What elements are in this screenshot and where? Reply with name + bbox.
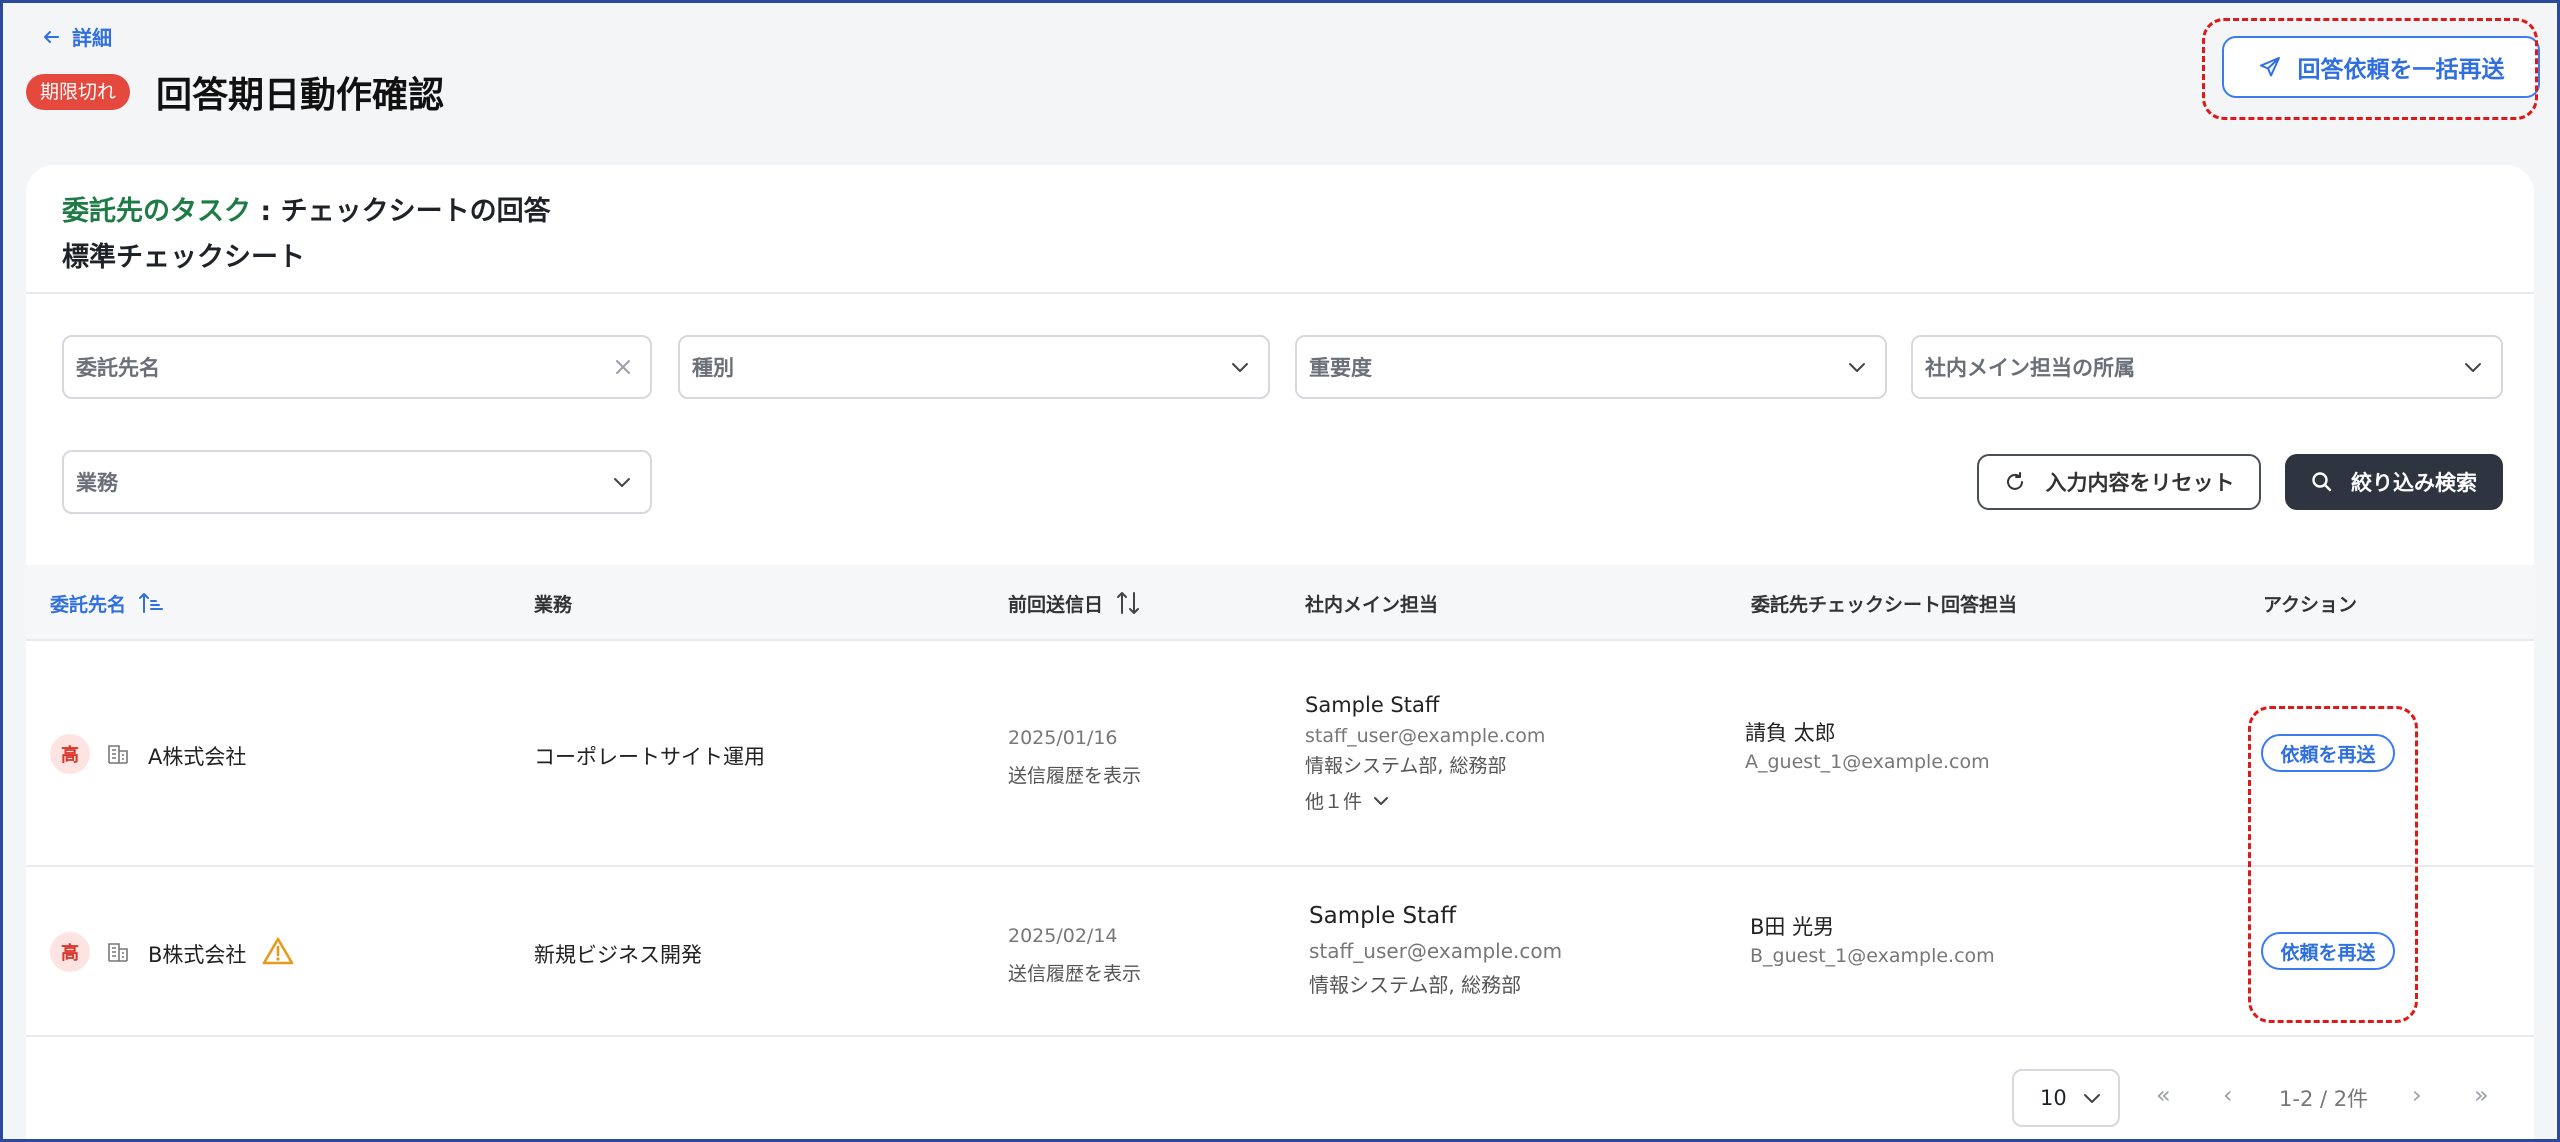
page-title: 回答期日動作確認: [156, 75, 445, 116]
priority-badge: 高: [50, 734, 90, 774]
more-staff-label: 他１件: [1305, 791, 1363, 813]
bulk-resend-label: 回答依頼を一括再送: [2297, 57, 2505, 83]
internal-dept-select[interactable]: 社内メイン担当の所属: [1911, 335, 2503, 399]
resend-label: 依頼を再送: [2280, 941, 2376, 964]
last-sent-date: 2025/02/14: [1008, 925, 1118, 947]
send-history-link[interactable]: 送信履歴を表示: [1008, 959, 1141, 986]
staff-dept: 情報システム部, 総務部: [1309, 973, 1522, 997]
respondent-email: A_guest_1@example.com: [1745, 751, 1990, 773]
sort-icon: [1117, 592, 1140, 614]
back-link[interactable]: 詳細: [42, 22, 112, 51]
pagination: 10 « ‹ 1-2 / 2件 › »: [26, 1055, 2534, 1135]
business-name: 新規ビジネス開発: [534, 943, 702, 967]
divider: [26, 292, 2534, 294]
column-internal-main: 社内メイン担当: [1305, 565, 1438, 641]
bulk-resend-button[interactable]: 回答依頼を一括再送: [2222, 36, 2540, 98]
send-icon: [2259, 57, 2280, 77]
contractor-name-input[interactable]: 委託先名: [62, 335, 652, 399]
page-size-select[interactable]: 10: [2012, 1069, 2120, 1127]
chevron-down-icon: [1849, 363, 1865, 372]
business-name: コーポレートサイト運用: [534, 745, 765, 769]
column-action: アクション: [2263, 565, 2357, 641]
table-row: 高 A株式会社 コーポレートサイト運用 2025/01/16 送信履歴を表示 S…: [26, 641, 2534, 867]
staff-email: staff_user@example.com: [1305, 725, 1546, 747]
type-placeholder: 種別: [692, 356, 734, 380]
table-row: 高 B株式会社 新規ビジネス開発 2025/02/14 送信履歴を表示 Samp…: [26, 867, 2534, 1037]
last-sent-date: 2025/01/16: [1008, 727, 1118, 749]
column-respondent-label: 委託先チェックシート回答担当: [1751, 593, 2018, 616]
staff-name: Sample Staff: [1305, 693, 1440, 717]
page-range: 1-2 / 2件: [2279, 1087, 2369, 1111]
prev-page-button[interactable]: ‹: [2223, 1081, 2233, 1109]
chevron-down-icon: [614, 478, 630, 487]
column-internal-main-label: 社内メイン担当: [1305, 593, 1439, 616]
title-row: 期限切れ 回答期日動作確認: [26, 66, 444, 118]
resend-label: 依頼を再送: [2280, 743, 2376, 766]
building-icon: [108, 745, 128, 764]
staff-email: staff_user@example.com: [1309, 939, 1563, 963]
business-select[interactable]: 業務: [62, 450, 652, 514]
sheet-name: 標準チェックシート: [62, 242, 305, 273]
respondent-email: B_guest_1@example.com: [1750, 945, 1995, 967]
respondent-name: 請負 太郎: [1745, 721, 1836, 745]
importance-select[interactable]: 重要度: [1295, 335, 1887, 399]
warning-icon: [262, 937, 294, 965]
company-name[interactable]: A株式会社: [148, 741, 246, 771]
task-card: 委託先のタスク : チェックシートの回答 標準チェックシート 委託先名 種別 重…: [26, 165, 2534, 1140]
resend-button[interactable]: 依頼を再送: [2261, 734, 2395, 772]
task-separator: :: [260, 196, 272, 227]
column-respondent: 委託先チェックシート回答担当: [1751, 565, 2017, 641]
back-link-label: 詳細: [72, 26, 112, 50]
chevron-down-icon: [1374, 796, 1389, 805]
type-select[interactable]: 種別: [678, 335, 1270, 399]
refresh-icon: [2006, 472, 2023, 490]
table-header: 委託先名 業務 前回送信日 社内メイン担当 委託先チェックシート回答担当 アクシ…: [26, 565, 2534, 641]
search-button[interactable]: 絞り込み検索: [2285, 454, 2503, 510]
page-size-value: 10: [2040, 1086, 2067, 1110]
first-page-button[interactable]: «: [2156, 1081, 2171, 1109]
staff-dept: 情報システム部, 総務部: [1305, 755, 1507, 777]
chevron-down-icon: [1232, 363, 1248, 372]
importance-placeholder: 重要度: [1309, 356, 1372, 380]
company-name[interactable]: B株式会社: [148, 939, 246, 969]
arrow-left-icon: [44, 30, 59, 43]
column-action-label: アクション: [2263, 593, 2358, 616]
column-contractor-label: 委託先名: [50, 593, 127, 616]
task-header: 委託先のタスク : チェックシートの回答 標準チェックシート: [62, 189, 551, 281]
search-icon: [2312, 472, 2332, 492]
column-last-sent-label: 前回送信日: [1008, 593, 1104, 616]
more-staff-toggle[interactable]: 他１件: [1305, 787, 1390, 814]
resend-button[interactable]: 依頼を再送: [2261, 932, 2395, 970]
internal-dept-placeholder: 社内メイン担当の所属: [1925, 356, 2135, 380]
next-page-button[interactable]: ›: [2412, 1081, 2422, 1109]
contractor-name-placeholder: 委託先名: [76, 356, 160, 380]
column-business-label: 業務: [534, 593, 573, 616]
reset-label: 入力内容をリセット: [2045, 471, 2235, 495]
column-business: 業務: [534, 565, 572, 641]
staff-name: Sample Staff: [1309, 903, 1457, 929]
column-contractor[interactable]: 委託先名: [50, 565, 164, 641]
task-owner-label: 委託先のタスク: [62, 196, 251, 227]
reset-button[interactable]: 入力内容をリセット: [1977, 454, 2261, 510]
clear-icon[interactable]: [614, 358, 632, 376]
priority-badge: 高: [50, 932, 90, 972]
business-placeholder: 業務: [76, 471, 118, 495]
send-history-link[interactable]: 送信履歴を表示: [1008, 761, 1141, 788]
last-page-button[interactable]: »: [2474, 1081, 2489, 1109]
chevron-down-icon: [2084, 1094, 2100, 1103]
sort-asc-icon: [139, 593, 164, 613]
column-last-sent[interactable]: 前回送信日: [1008, 565, 1141, 641]
task-label: チェックシートの回答: [280, 196, 551, 227]
status-badge: 期限切れ: [26, 74, 131, 110]
respondent-name: B田 光男: [1750, 915, 1835, 939]
search-label: 絞り込み検索: [2351, 471, 2477, 495]
chevron-down-icon: [2465, 363, 2481, 372]
building-icon: [108, 943, 128, 962]
